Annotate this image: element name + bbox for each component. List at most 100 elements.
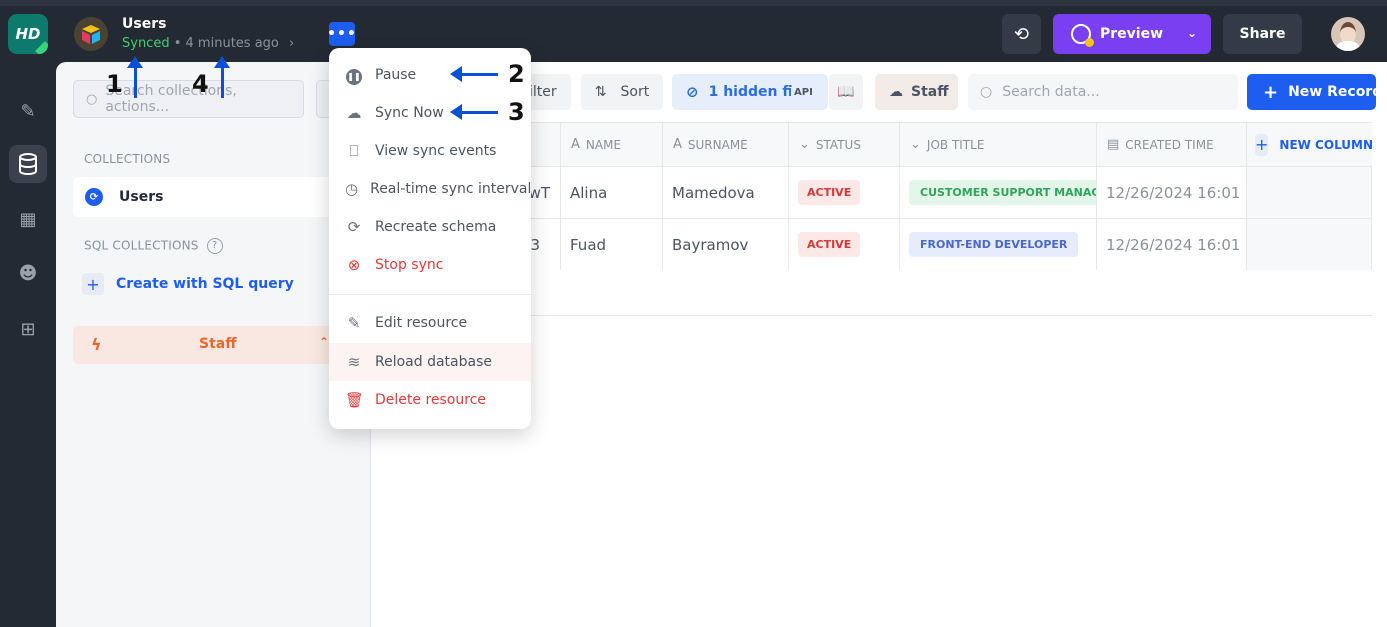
search-icon: ○ <box>980 84 993 100</box>
user-avatar[interactable] <box>1331 17 1365 51</box>
book-icon: 📖 <box>837 84 855 100</box>
history-icon: ⟲ <box>1013 23 1030 45</box>
preview-label: Preview <box>1100 26 1164 42</box>
cloud-sync-icon: ⟳ <box>85 188 103 206</box>
annotation-number-2: 2 <box>508 60 525 88</box>
menu-item-label: Recreate schema <box>375 219 497 235</box>
bolt-icon: ϟ <box>91 335 102 354</box>
menu-item-label: Reload database <box>375 354 492 370</box>
database-icon[interactable] <box>9 145 47 183</box>
cell-name[interactable]: Alina <box>561 167 663 218</box>
chevron-down-icon[interactable]: ⌄ <box>1187 26 1197 40</box>
cell-created-time[interactable]: 12/26/2024 16:01 <box>1097 219 1247 270</box>
annotation-arrow-1 <box>127 56 143 98</box>
docs-button[interactable]: 📖 <box>829 74 863 110</box>
clock-icon: ◷ <box>345 180 359 198</box>
eye-off-icon: ⊘ <box>686 83 699 101</box>
column-label: CREATED TIME <box>1125 137 1214 152</box>
staff-button-label: Staff <box>911 84 949 100</box>
column-created-time[interactable]: ▤ CREATED TIME <box>1097 123 1247 166</box>
cell-surname[interactable]: Bayramov <box>663 219 789 270</box>
search-icon: ○ <box>86 91 98 107</box>
create-sql-button[interactable]: + Create with SQL query <box>82 273 294 295</box>
new-column-button[interactable]: + NEW COLUMN <box>1247 123 1374 166</box>
left-rail: ✎ ▦ ☻ ⊞ <box>0 62 56 627</box>
sort-button[interactable]: ⇅ Sort <box>581 74 663 110</box>
book-icon: ⎕ <box>349 142 359 160</box>
column-label: NAME <box>585 137 622 152</box>
cell-new-column[interactable] <box>1247 167 1372 218</box>
filter-label: ilter <box>529 84 557 100</box>
menu-item-view-sync-events[interactable]: ⎕ View sync events <box>329 132 531 170</box>
airtable-icon <box>82 25 100 44</box>
cell-status[interactable]: ACTIVE <box>789 219 900 270</box>
sync-status[interactable]: Synced • 4 minutes ago › <box>122 36 294 51</box>
sort-icon: ⇅ <box>594 84 607 100</box>
status-badge: ACTIVE <box>798 232 861 257</box>
collections-heading: COLLECTIONS <box>84 152 171 166</box>
cloud-upload-icon: ☁ <box>889 84 903 100</box>
menu-item-edit-resource[interactable]: ✎ Edit resource <box>329 304 531 342</box>
menu-item-delete-resource[interactable]: 🗑 Delete resource <box>329 381 531 419</box>
menu-item-stop-sync[interactable]: ⊗ Stop sync <box>329 246 531 284</box>
synced-label: Synced <box>122 36 170 51</box>
menu-item-reload-database[interactable]: ≋ Reload database <box>329 343 531 381</box>
staff-group[interactable]: ϟ Staff ⌃ <box>73 326 354 364</box>
resource-options-menu: ❚❚ Pause ☁ Sync Now ⎕ View sync events ◷ Rea… <box>329 48 531 429</box>
design-tools-icon[interactable]: ✎ <box>9 92 47 130</box>
column-label: NEW COLUMN <box>1279 137 1374 152</box>
preview-icon <box>1071 24 1094 47</box>
cell-new-column[interactable] <box>1247 219 1372 270</box>
menu-divider <box>329 294 531 295</box>
new-record-button[interactable]: + New Record <box>1247 74 1382 110</box>
menu-item-sync-now[interactable]: ☁ Sync Now <box>329 94 531 132</box>
column-label: SURNAME <box>687 137 748 152</box>
cloud-sync-icon: ☁ <box>346 104 362 122</box>
plus-icon: + <box>82 273 104 295</box>
collection-item-users[interactable]: ⟳ Users <box>73 177 354 217</box>
top-bar: HD Users Synced • 4 minutes ago › ••• ⟲ … <box>0 0 1387 62</box>
data-search-input[interactable]: ○ Search data... <box>968 74 1238 110</box>
cell-created-time[interactable]: 12/26/2024 16:01 <box>1097 167 1247 218</box>
menu-item-pause[interactable]: ❚❚ Pause <box>329 56 531 94</box>
pause-icon: ❚❚ <box>345 65 363 85</box>
hidden-fields-button[interactable]: ⊘ 1 hidden fie API <box>672 74 828 110</box>
dashboard-icon[interactable]: ▦ <box>9 200 47 238</box>
resource-avatar <box>74 17 108 51</box>
annotation-arrow-4 <box>214 56 230 98</box>
refresh-icon: ⟳ <box>347 218 361 236</box>
sql-collections-heading: SQL COLLECTIONS? <box>84 238 223 254</box>
sitemap-icon[interactable]: ⊞ <box>9 310 47 348</box>
menu-item-label: Real-time sync interval <box>370 181 532 197</box>
hidden-fields-label: 1 hidden fie <box>708 84 803 100</box>
status-badge: ACTIVE <box>798 180 861 205</box>
menu-item-label: Edit resource <box>375 315 468 331</box>
cell-status[interactable]: ACTIVE <box>789 167 900 218</box>
app-logo[interactable]: HD <box>8 14 48 54</box>
menu-item-sync-interval[interactable]: ◷ Real-time sync interval <box>329 170 531 208</box>
share-button[interactable]: Share <box>1223 14 1302 54</box>
collection-item-label: Users <box>119 189 164 205</box>
cell-job-title[interactable]: FRONT-END DEVELOPER <box>900 219 1097 270</box>
resource-title[interactable]: Users <box>122 16 166 32</box>
column-job-title[interactable]: ⌄ JOB TITLE <box>900 123 1097 166</box>
cell-name[interactable]: Fuad <box>561 219 663 270</box>
column-name[interactable]: A NAME <box>561 123 663 166</box>
api-label[interactable]: API <box>791 86 816 98</box>
cell-job-title[interactable]: CUSTOMER SUPPORT MANAGER <box>900 167 1097 218</box>
history-button[interactable]: ⟲ <box>1002 14 1041 54</box>
user-settings-icon[interactable]: ☻ <box>9 254 47 292</box>
column-surname[interactable]: A SURNAME <box>663 123 789 166</box>
preview-button[interactable]: Preview ⌄ <box>1053 14 1211 54</box>
text-type-icon: A <box>673 137 682 152</box>
calendar-icon: ▤ <box>1107 137 1120 152</box>
cell-surname[interactable]: Mamedova <box>663 167 789 218</box>
column-status[interactable]: ⌄ STATUS <box>789 123 900 166</box>
menu-item-label: View sync events <box>375 143 497 159</box>
more-options-button[interactable]: ••• <box>327 22 356 46</box>
edit-icon: ✎ <box>347 314 361 332</box>
menu-item-recreate-schema[interactable]: ⟳ Recreate schema <box>329 208 531 246</box>
trash-icon: 🗑 <box>345 391 365 409</box>
help-icon[interactable]: ? <box>206 238 223 254</box>
staff-button[interactable]: ☁ Staff <box>875 74 958 110</box>
